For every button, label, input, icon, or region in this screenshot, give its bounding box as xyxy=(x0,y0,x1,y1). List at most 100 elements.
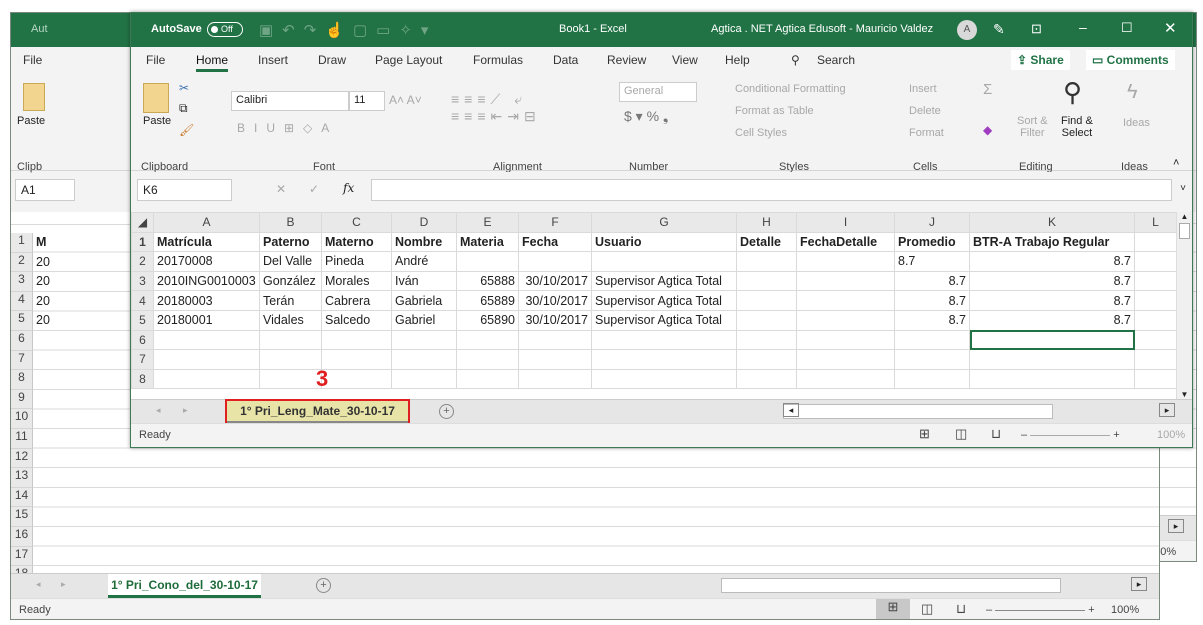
ribbon-display-icon[interactable]: ⊡ xyxy=(1031,21,1042,37)
zoom-level[interactable]: 100% xyxy=(1157,429,1185,441)
ideas-button[interactable]: Ideas xyxy=(1123,117,1150,129)
cell[interactable] xyxy=(796,368,895,390)
expand-formula-icon[interactable]: ˅ xyxy=(1180,183,1186,194)
cell[interactable] xyxy=(1134,329,1177,351)
cell[interactable]: Terán xyxy=(259,290,322,311)
row-header[interactable]: 8 xyxy=(11,370,33,390)
cell[interactable] xyxy=(456,368,519,390)
cell[interactable]: Supervisor Agtica Total xyxy=(591,309,737,331)
prev-sheet-icon[interactable]: ◂ xyxy=(156,405,161,416)
cell[interactable] xyxy=(321,368,392,390)
formula-input[interactable] xyxy=(371,179,1172,201)
row-header[interactable]: 3 xyxy=(11,272,33,292)
cell[interactable] xyxy=(518,329,592,351)
pen-icon[interactable]: ✎ xyxy=(993,21,1005,38)
cell[interactable] xyxy=(969,349,1135,370)
cell[interactable] xyxy=(456,349,519,370)
cell[interactable] xyxy=(591,368,737,390)
column-header[interactable]: I xyxy=(796,212,895,233)
zoom-slider[interactable]: – + xyxy=(1021,429,1131,441)
cell-peek[interactable]: 20 xyxy=(36,255,50,269)
worksheet-grid[interactable]: ◢ A B C D E F G H I J K L 1 Matrícula Paterno Materno Nom… xyxy=(131,212,1192,399)
horizontal-scrollbar[interactable] xyxy=(783,404,1053,419)
cell[interactable] xyxy=(259,368,322,390)
search-box[interactable]: Search xyxy=(817,53,855,67)
cell[interactable]: 8.7 xyxy=(969,270,1135,292)
cell[interactable] xyxy=(1134,290,1177,311)
row-header[interactable]: 5 xyxy=(131,309,154,331)
sheet-tab[interactable]: 1° Pri_Cono_del_30-10-17 xyxy=(108,574,261,598)
cell[interactable]: Morales xyxy=(321,270,392,292)
row-header[interactable]: 17 xyxy=(11,546,33,567)
minimize-icon[interactable]: – xyxy=(1079,19,1087,35)
cell-peek[interactable]: 20 xyxy=(36,294,50,308)
maximize-icon[interactable]: ☐ xyxy=(1121,20,1133,36)
row-header[interactable]: 1 xyxy=(11,233,33,253)
cell[interactable] xyxy=(736,329,797,351)
delete-cells[interactable]: Delete xyxy=(909,105,941,117)
cell[interactable]: Gabriel xyxy=(391,309,457,331)
cell[interactable]: Salcedo xyxy=(321,309,392,331)
paste-icon[interactable] xyxy=(23,83,45,111)
cell[interactable]: BTR-A Trabajo Regular xyxy=(969,231,1135,253)
cell[interactable]: Nombre xyxy=(391,231,457,253)
row-header[interactable]: 9 xyxy=(11,389,33,410)
cell[interactable] xyxy=(321,349,392,370)
cell[interactable]: 20170008 xyxy=(153,251,260,272)
row-header[interactable]: 4 xyxy=(11,291,33,312)
cell[interactable]: Pineda xyxy=(321,251,392,272)
quick-access-icons[interactable]: ▣↶↷☝▢▭✧▾ xyxy=(259,21,437,39)
page-layout-view-icon[interactable]: ◫ xyxy=(921,601,933,617)
column-header[interactable]: L xyxy=(1134,212,1177,233)
format-painter-icon[interactable]: 🖌 xyxy=(179,123,194,137)
page-break-view-icon[interactable]: ⊔ xyxy=(956,601,966,617)
cell[interactable] xyxy=(391,368,457,390)
cell[interactable] xyxy=(591,251,737,272)
cell[interactable] xyxy=(153,329,260,351)
close-icon[interactable]: ✕ xyxy=(1164,19,1177,37)
tab-home[interactable]: Home xyxy=(196,53,229,72)
cell[interactable] xyxy=(391,329,457,351)
cell[interactable]: Usuario xyxy=(591,231,737,253)
collapse-ribbon-icon[interactable]: ˄ xyxy=(1173,157,1179,169)
number-format-select[interactable]: General xyxy=(619,82,697,102)
cell[interactable]: González xyxy=(259,270,322,292)
cell[interactable] xyxy=(796,309,895,331)
cell[interactable] xyxy=(456,329,519,351)
cell[interactable] xyxy=(591,329,737,351)
tab-formulas[interactable]: Formulas xyxy=(473,53,523,67)
column-header[interactable]: K xyxy=(969,212,1135,233)
cell[interactable] xyxy=(259,329,322,351)
cell[interactable] xyxy=(736,290,797,311)
cell[interactable]: Promedio xyxy=(894,231,970,253)
conditional-formatting[interactable]: Conditional Formatting xyxy=(735,83,846,95)
column-header[interactable]: F xyxy=(518,212,592,233)
cell[interactable]: 20180003 xyxy=(153,290,260,311)
scroll-right-icon[interactable]: ▸ xyxy=(1168,519,1184,533)
scroll-left-icon[interactable]: ◂ xyxy=(783,403,799,417)
cell[interactable]: 2010ING0010003 xyxy=(153,270,260,292)
enter-icon[interactable]: ✓ xyxy=(309,182,319,196)
column-header[interactable]: A xyxy=(153,212,260,233)
tab-draw[interactable]: Draw xyxy=(318,53,346,67)
cell[interactable]: Materia xyxy=(456,231,519,253)
cell[interactable]: 8.7 xyxy=(894,290,970,311)
comments-button[interactable]: ▭ Comments xyxy=(1086,50,1175,70)
cell[interactable] xyxy=(518,349,592,370)
cell[interactable] xyxy=(321,329,392,351)
cell[interactable]: 30/10/2017 xyxy=(518,309,592,331)
row-header[interactable]: 13 xyxy=(11,468,33,488)
cell[interactable]: 30/10/2017 xyxy=(518,290,592,311)
zoom-slider[interactable]: – + xyxy=(986,604,1095,616)
cell[interactable] xyxy=(1134,231,1177,253)
row-header[interactable]: 7 xyxy=(11,350,33,371)
cell[interactable]: 8.7 xyxy=(969,251,1135,272)
tab-view[interactable]: View xyxy=(672,53,698,67)
find-select-button[interactable]: Find & Select xyxy=(1061,115,1093,139)
tab-page-layout[interactable]: Page Layout xyxy=(375,53,442,67)
scroll-down-icon[interactable]: ▼ xyxy=(1177,390,1192,399)
cell-peek[interactable]: 20 xyxy=(36,274,50,288)
name-box[interactable]: K6 xyxy=(137,179,232,201)
ideas-icon[interactable]: ϟ xyxy=(1127,81,1138,104)
tab-insert[interactable]: Insert xyxy=(258,53,288,67)
